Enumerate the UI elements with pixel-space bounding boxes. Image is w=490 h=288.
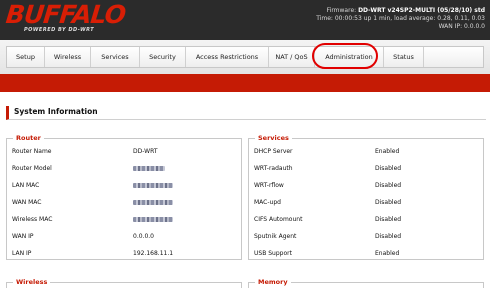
router-key: LAN MAC: [12, 182, 40, 189]
service-key: DHCP Server: [254, 148, 293, 155]
router-row: Wireless MAC: [7, 215, 243, 225]
router-value: DD-WRT: [133, 148, 158, 155]
router-row: Router Name DD-WRT: [7, 147, 243, 157]
router-key: Router Model: [12, 165, 52, 172]
wan-ip-line: WAN IP: 0.0.0.0: [316, 23, 485, 31]
service-row: USB Support Enabled: [249, 249, 485, 259]
router-row: LAN MAC: [7, 181, 243, 191]
router-value-redacted: [133, 198, 173, 208]
main-navigation: Setup Wireless Services Security Access …: [0, 40, 490, 74]
tab-nat-qos[interactable]: NAT / QoS: [269, 47, 315, 67]
wan-ip-value: 0.0.0.0: [464, 23, 485, 30]
system-status-info: Firmware: DD-WRT v24SP2-MULTI (05/28/10)…: [316, 7, 485, 31]
router-value: 192.168.11.1: [133, 250, 174, 257]
router-row: Router Model: [7, 164, 243, 174]
service-row: MAC-upd Disabled: [249, 198, 485, 208]
service-row: WRT-rflow Disabled: [249, 181, 485, 191]
time-label: Time:: [316, 15, 335, 22]
tab-wireless[interactable]: Wireless: [45, 47, 91, 67]
service-row: Sputnik Agent Disabled: [249, 232, 485, 242]
service-value: Disabled: [375, 199, 402, 206]
router-key: WAN IP: [12, 233, 34, 240]
subnav-bar: [0, 74, 490, 92]
tab-status[interactable]: Status: [384, 47, 424, 67]
router-key: LAN IP: [12, 250, 32, 257]
service-value: Enabled: [375, 148, 400, 155]
router-row: WAN IP 0.0.0.0: [7, 232, 243, 242]
main-content: System Information Router Router Name DD…: [0, 92, 490, 288]
service-value: Disabled: [375, 216, 402, 223]
memory-panel: Memory: [248, 278, 484, 288]
tab-setup[interactable]: Setup: [7, 47, 45, 67]
redacted-blur: [133, 217, 173, 222]
router-value: 0.0.0.0: [133, 233, 154, 240]
service-value: Disabled: [375, 182, 402, 189]
tab-row: Setup Wireless Services Security Access …: [6, 46, 484, 68]
time-value: 00:00:53 up 1 min, load average: 0.28, 0…: [334, 15, 485, 22]
redacted-blur: [133, 183, 173, 188]
wan-ip-label: WAN IP:: [438, 23, 464, 30]
redacted-blur: [133, 200, 173, 205]
router-row: LAN IP 192.168.11.1: [7, 249, 243, 259]
firmware-value: DD-WRT v24SP2-MULTI (05/28/10) std: [358, 7, 485, 14]
service-key: MAC-upd: [254, 199, 281, 206]
service-key: USB Support: [254, 250, 292, 257]
buffalo-logo: BUFFALO POWERED BY DD-WRT: [4, 0, 127, 33]
tab-security[interactable]: Security: [140, 47, 186, 67]
logo-text: BUFFALO: [4, 0, 127, 29]
firmware-label: Firmware:: [326, 7, 359, 14]
service-row: DHCP Server Enabled: [249, 147, 485, 157]
wireless-panel: Wireless: [6, 278, 242, 288]
router-legend: Router: [13, 134, 44, 143]
service-key: WRT-radauth: [254, 165, 293, 172]
service-value: Disabled: [375, 165, 402, 172]
router-panel: Router Router Name DD-WRT Router Model L…: [6, 134, 243, 260]
administration-highlight-circle: [312, 43, 378, 69]
router-value-redacted: [133, 164, 165, 174]
section-title: System Information: [6, 106, 486, 120]
tab-services[interactable]: Services: [91, 47, 140, 67]
router-value-redacted: [133, 181, 173, 191]
router-value-redacted: [133, 215, 173, 225]
tab-access-restrictions[interactable]: Access Restrictions: [186, 47, 269, 67]
service-key: CIFS Automount: [254, 216, 303, 223]
header-banner: BUFFALO POWERED BY DD-WRT Firmware: DD-W…: [0, 0, 490, 40]
firmware-line: Firmware: DD-WRT v24SP2-MULTI (05/28/10)…: [316, 7, 485, 15]
uptime-line: Time: 00:00:53 up 1 min, load average: 0…: [316, 15, 485, 23]
router-key: WAN MAC: [12, 199, 42, 206]
redacted-blur: [133, 166, 165, 171]
services-legend: Services: [255, 134, 292, 143]
service-value: Enabled: [375, 250, 400, 257]
router-key: Wireless MAC: [12, 216, 53, 223]
service-row: CIFS Automount Disabled: [249, 215, 485, 225]
service-key: WRT-rflow: [254, 182, 284, 189]
router-row: WAN MAC: [7, 198, 243, 208]
wireless-legend: Wireless: [13, 278, 51, 287]
services-panel: Services DHCP Server Enabled WRT-radauth…: [248, 134, 485, 260]
service-row: WRT-radauth Disabled: [249, 164, 485, 174]
memory-legend: Memory: [255, 278, 291, 287]
router-key: Router Name: [12, 148, 52, 155]
service-key: Sputnik Agent: [254, 233, 297, 240]
service-value: Disabled: [375, 233, 402, 240]
